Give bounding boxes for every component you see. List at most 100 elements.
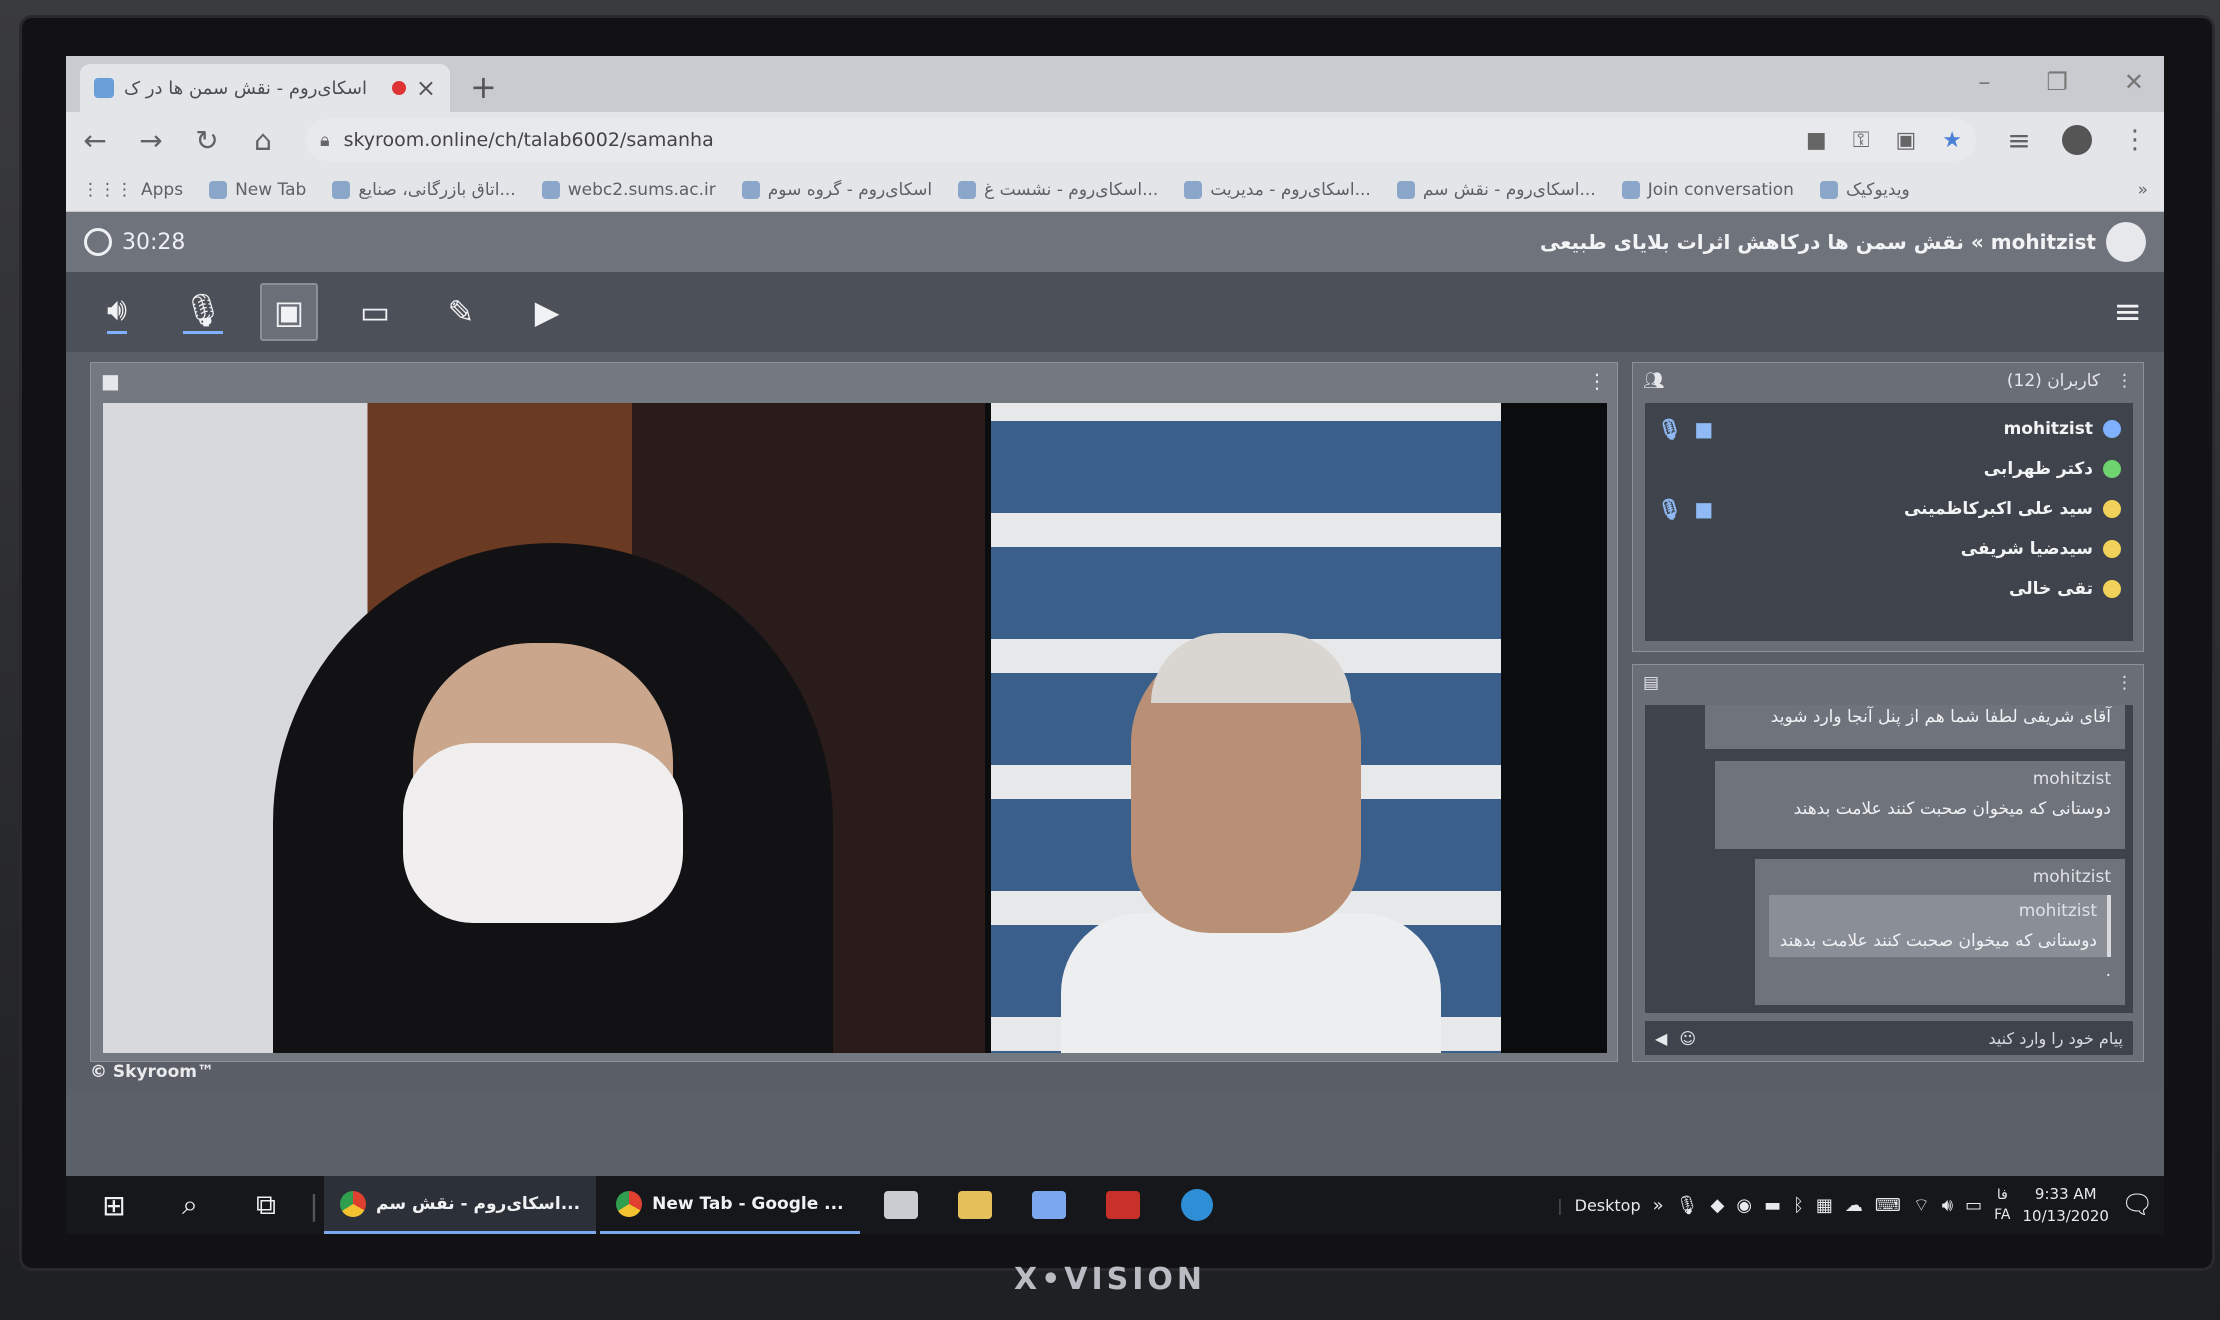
user-row[interactable]: تقی خالی bbox=[1657, 569, 2121, 609]
bookmarks-overflow-icon[interactable]: » bbox=[2138, 180, 2148, 200]
skyroom-icon bbox=[958, 180, 977, 199]
users-panel-header: 👥︎ کاربران (12) ⋮ bbox=[1633, 363, 2143, 399]
bookmark-join-conversation[interactable]: Join conversation bbox=[1621, 180, 1794, 200]
chat-panel-header: ▤ ⋮ bbox=[1633, 665, 2143, 701]
bookmark-chamber[interactable]: اتاق بازرگانی، صنایع... bbox=[332, 180, 516, 200]
room-toolbar: 🔊︎ 🎙︎ ▣ ▭ ✎ ▶ ≡ bbox=[66, 272, 2164, 352]
task-label: اسکای‌روم - نقش سم... bbox=[376, 1193, 581, 1214]
display-icon[interactable]: ▭ bbox=[1965, 1195, 1982, 1216]
file-explorer-icon[interactable] bbox=[938, 1176, 1012, 1234]
microphone-button[interactable]: 🎙︎ bbox=[174, 283, 232, 341]
forward-icon[interactable]: → bbox=[138, 124, 164, 157]
taskbar-chrome-skyroom[interactable]: اسکای‌روم - نقش سم... bbox=[324, 1176, 597, 1234]
minimize-icon[interactable]: – bbox=[1978, 68, 1990, 96]
bookmark-videokik[interactable]: ویدیوکیک bbox=[1819, 180, 1910, 200]
translate-icon[interactable]: ▣ bbox=[1895, 128, 1916, 153]
home-icon[interactable]: ⌂ bbox=[250, 124, 276, 157]
windows-start-icon[interactable]: ⊞ bbox=[76, 1176, 152, 1234]
speaker-button[interactable]: 🔊︎ bbox=[88, 283, 146, 341]
bookmark-skyroom-management[interactable]: اسکای‌روم - مدیریت... bbox=[1184, 180, 1371, 200]
taskbar-clock[interactable]: 9:33 AM 10/13/2020 bbox=[2023, 1183, 2109, 1227]
mail-icon[interactable] bbox=[1012, 1176, 1086, 1234]
whiteboard-button[interactable]: ✎ bbox=[432, 283, 490, 341]
network-icon[interactable]: ◉ bbox=[1736, 1195, 1752, 1216]
search-icon[interactable]: ⌕ bbox=[152, 1176, 228, 1234]
bookmark-skyroom-group3[interactable]: اسکای‌روم - گروه سوم bbox=[741, 180, 932, 200]
back-icon[interactable]: ← bbox=[82, 124, 108, 157]
bookmark-new-tab[interactable]: New Tab bbox=[209, 180, 306, 200]
restore-icon[interactable]: ❐ bbox=[2046, 68, 2068, 96]
taskbar-chrome-newtab[interactable]: New Tab - Google ... bbox=[600, 1176, 860, 1234]
emoji-icon[interactable]: ☺ bbox=[1679, 1029, 1696, 1048]
omnibox[interactable]: 🔒︎ skyroom.online/ch/talab6002/samanha ■… bbox=[306, 119, 1976, 161]
close-tab-icon[interactable]: × bbox=[416, 74, 436, 102]
video-feed-1[interactable] bbox=[103, 403, 985, 1053]
user-row[interactable]: 🎙︎ ■ سید علی اکبرکاظمینی bbox=[1657, 489, 2121, 529]
keyboard-icon[interactable]: ⌨ bbox=[1875, 1195, 1901, 1216]
chat-bubble-icon: ▤ bbox=[1643, 673, 1660, 693]
chat-messages[interactable]: آقای شریفی لطفا شما هم از پنل آنجا وارد … bbox=[1645, 705, 2133, 1013]
media-icon[interactable]: ≡ bbox=[2006, 124, 2032, 157]
user-row[interactable]: 🎙︎ ■ mohitzist bbox=[1657, 409, 2121, 449]
bluetooth-icon[interactable]: ᛒ bbox=[1793, 1195, 1804, 1216]
users-panel-menu-icon[interactable]: ⋮ bbox=[2116, 371, 2133, 391]
video-feed-2[interactable] bbox=[991, 403, 1501, 1053]
webcam-button[interactable]: ▣ bbox=[260, 283, 318, 341]
user-icon bbox=[2103, 580, 2121, 598]
video-camera-icon: ■ bbox=[101, 369, 120, 393]
notification-icon[interactable]: 🗨︎ bbox=[2121, 1190, 2154, 1220]
user-row[interactable]: سیدضیا شریفی bbox=[1657, 529, 2121, 569]
hamburger-menu-icon[interactable]: ≡ bbox=[2114, 292, 2143, 332]
user-name: mohitzist bbox=[2003, 419, 2093, 439]
new-tab-button[interactable]: + bbox=[470, 68, 497, 106]
user-name: سیدضیا شریفی bbox=[1960, 539, 2093, 559]
quote-author: mohitzist bbox=[2018, 901, 2097, 921]
browser-tab[interactable]: اسکای‌روم - نقش سمن ها در ک × bbox=[80, 64, 450, 112]
screen-share-button[interactable]: ▭ bbox=[346, 283, 404, 341]
camera-icon: ■ bbox=[1694, 417, 1714, 441]
bookmark-skyroom-session[interactable]: اسکای‌روم - نشست غ... bbox=[958, 180, 1158, 200]
reload-icon[interactable]: ↻ bbox=[194, 124, 220, 157]
video-panel-menu-icon[interactable]: ⋮ bbox=[1587, 369, 1607, 393]
pen-icon: ✎ bbox=[447, 293, 475, 331]
browser-menu-icon[interactable]: ⋮ bbox=[2122, 125, 2148, 155]
skyroom-icon bbox=[741, 180, 760, 199]
wifi-icon[interactable]: ⌔ bbox=[1913, 1194, 1930, 1217]
cloud-icon[interactable]: ☁ bbox=[1845, 1195, 1863, 1216]
user-icon bbox=[2103, 420, 2121, 438]
task-label: New Tab - Google ... bbox=[652, 1193, 844, 1214]
microphone-icon[interactable]: 🎙︎ bbox=[1676, 1195, 1699, 1216]
store-icon[interactable] bbox=[864, 1176, 938, 1234]
tablet-icon[interactable]: ▦ bbox=[1816, 1195, 1833, 1216]
users-title: کاربران (12) bbox=[2006, 371, 2100, 391]
bookmark-skyroom-role[interactable]: اسکای‌روم - نقش سم... bbox=[1396, 180, 1596, 200]
send-icon[interactable]: ◀ bbox=[1655, 1029, 1667, 1048]
chat-panel-menu-icon[interactable]: ⋮ bbox=[2116, 673, 2133, 693]
chevron-icon[interactable]: » bbox=[1653, 1195, 1664, 1216]
battery-icon[interactable]: ▬ bbox=[1764, 1195, 1781, 1216]
edge-icon[interactable] bbox=[1160, 1176, 1234, 1234]
desktop-label[interactable]: Desktop bbox=[1575, 1196, 1641, 1215]
shield-icon[interactable]: ◆ bbox=[1710, 1195, 1724, 1216]
monitor: اسکای‌روم - نقش سمن ها در ک × + – ❐ ✕ ← … bbox=[0, 0, 2220, 1320]
key-icon[interactable]: ⚿ bbox=[1853, 128, 1870, 153]
bookmark-webc2[interactable]: webc2.sums.ac.ir bbox=[541, 180, 716, 200]
user-icon bbox=[2103, 500, 2121, 518]
user-name: تقی خالی bbox=[2009, 579, 2093, 599]
monitor-brand-logo: X•VISION bbox=[1013, 1262, 1207, 1297]
camera-icon: ■ bbox=[1694, 497, 1714, 521]
language-indicator[interactable]: فا FA bbox=[1994, 1185, 2010, 1225]
bookmark-apps[interactable]: ⋮⋮⋮ Apps bbox=[82, 180, 183, 200]
media-file-button[interactable]: ▶ bbox=[518, 283, 576, 341]
close-window-icon[interactable]: ✕ bbox=[2124, 68, 2144, 96]
user-row[interactable]: دکتر ظهرابی bbox=[1657, 449, 2121, 489]
profile-avatar-icon[interactable] bbox=[2062, 125, 2092, 155]
camera-icon[interactable]: ■ bbox=[1806, 128, 1827, 153]
acrobat-icon[interactable] bbox=[1086, 1176, 1160, 1234]
user-avatar-icon[interactable] bbox=[2106, 222, 2146, 262]
participant-shirt bbox=[1061, 913, 1441, 1053]
task-view-icon[interactable]: ⧉ bbox=[228, 1176, 304, 1234]
chat-input[interactable]: ◀ ☺ پیام خود را وارد کنید bbox=[1645, 1021, 2133, 1055]
volume-icon[interactable]: 🔊︎ bbox=[1942, 1195, 1953, 1216]
bookmark-star-icon[interactable]: ★ bbox=[1942, 128, 1962, 153]
